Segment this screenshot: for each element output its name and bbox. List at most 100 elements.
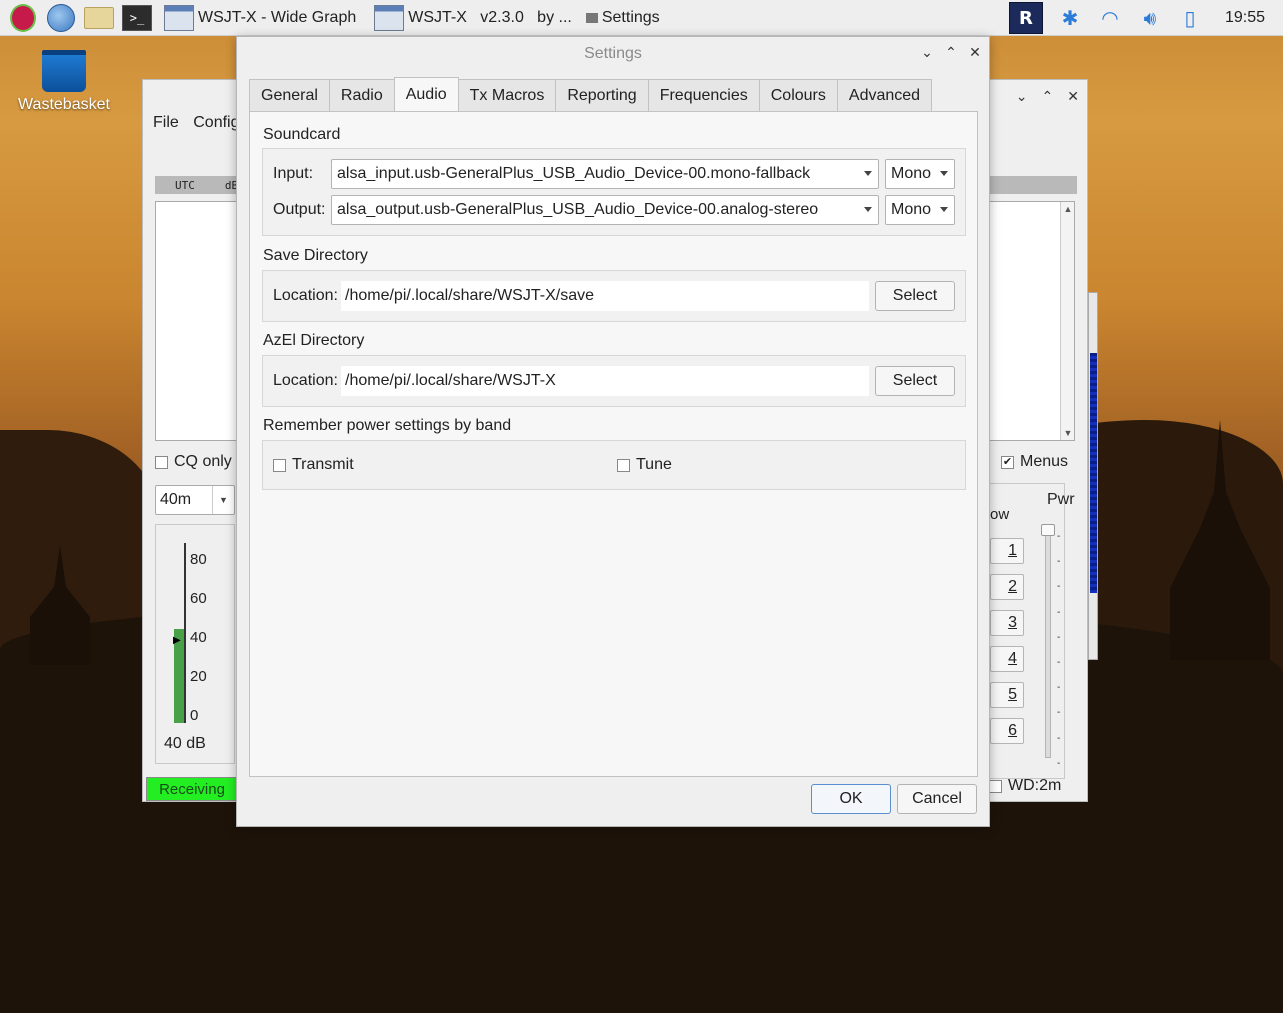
output-channel-select[interactable]: Mono bbox=[885, 195, 955, 225]
band-activity-header: UTC dB bbox=[155, 176, 245, 194]
tune-label: Tune bbox=[636, 456, 672, 473]
transmit-checkbox[interactable]: Transmit bbox=[273, 456, 354, 474]
terminal-icon[interactable]: >_ bbox=[122, 3, 152, 33]
maximize-icon[interactable]: ⌃ bbox=[1042, 88, 1054, 105]
tx1-button[interactable]: 1 bbox=[990, 538, 1024, 564]
pwr-slider-handle[interactable] bbox=[1041, 524, 1055, 536]
tune-checkbox[interactable]: Tune bbox=[617, 456, 672, 474]
desktop-icon-label: Wastebasket bbox=[18, 96, 110, 113]
dialog-title: Settings bbox=[584, 45, 642, 62]
checkbox-box[interactable] bbox=[155, 455, 168, 469]
minimize-icon[interactable]: ⌄ bbox=[1016, 88, 1028, 105]
meter-tick: 40 bbox=[190, 629, 207, 646]
window-icon bbox=[164, 4, 194, 31]
tab-general[interactable]: General bbox=[249, 79, 330, 111]
chevron-down-icon bbox=[864, 171, 872, 176]
menu-config[interactable]: Config bbox=[193, 114, 239, 131]
close-icon[interactable]: ✕ bbox=[969, 44, 981, 61]
wide-graph-edge[interactable] bbox=[1088, 292, 1098, 660]
output-label: Output: bbox=[273, 201, 326, 218]
pwr-slider[interactable] bbox=[1045, 526, 1051, 758]
tab-frequencies[interactable]: Frequencies bbox=[647, 79, 760, 111]
meter-tick: 60 bbox=[190, 590, 207, 607]
cq-only-checkbox[interactable]: CQ only bbox=[155, 453, 232, 471]
wifi-icon[interactable]: ◠ bbox=[1099, 6, 1121, 30]
scrollbar[interactable]: ▲ ▼ bbox=[1060, 202, 1074, 440]
azel-directory-select-button[interactable]: Select bbox=[875, 366, 955, 396]
band-activity-list[interactable] bbox=[155, 201, 239, 441]
tab-label: Audio bbox=[405, 85, 447, 103]
tx5-button[interactable]: 5 bbox=[990, 682, 1024, 708]
system-tray: R ✱ ◠ 🔊︎ ▯ 19:55 bbox=[1008, 0, 1283, 36]
wd-checkbox[interactable]: WD:2m bbox=[989, 777, 1061, 795]
checkbox-box[interactable]: ✔ bbox=[1001, 455, 1014, 469]
checkbox-box[interactable] bbox=[617, 458, 630, 472]
tx2-button[interactable]: 2 bbox=[990, 574, 1024, 600]
taskbar-task-label: Settings bbox=[601, 8, 660, 26]
cq-only-label: CQ only bbox=[174, 453, 232, 470]
tab-advanced[interactable]: Advanced bbox=[836, 79, 933, 111]
tab-label: General bbox=[261, 86, 318, 104]
taskbar-task-wsjtx[interactable]: WSJT-X v2.3.0 by ... bbox=[374, 3, 572, 33]
microphone-icon[interactable]: ▯ bbox=[1179, 6, 1201, 30]
tab-tx-macros[interactable]: Tx Macros bbox=[457, 79, 557, 111]
band-select[interactable]: 40m ▼ bbox=[155, 485, 235, 515]
power-settings-group: Transmit Tune bbox=[262, 440, 966, 490]
transmit-label: Transmit bbox=[292, 456, 354, 473]
azel-directory-field[interactable]: /home/pi/.local/share/WSJT-X bbox=[341, 366, 869, 396]
save-directory-select-button[interactable]: Select bbox=[875, 281, 955, 311]
rx-frequency-list[interactable]: ▲ ▼ bbox=[989, 201, 1075, 441]
tx-button-label: 4 bbox=[1008, 650, 1017, 667]
audio-tab-panel: Soundcard Input: alsa_input.usb-GeneralP… bbox=[249, 111, 978, 777]
menus-checkbox[interactable]: ✔ Menus bbox=[1001, 453, 1068, 471]
output-device-value: alsa_output.usb-GeneralPlus_USB_Audio_De… bbox=[337, 201, 819, 218]
tx4-button[interactable]: 4 bbox=[990, 646, 1024, 672]
power-settings-title: Remember power settings by band bbox=[263, 417, 512, 434]
waterfall bbox=[1090, 353, 1097, 593]
window-controls: ⌄ ⌃ ✕ bbox=[921, 44, 981, 61]
dialog-titlebar[interactable]: Settings ⌄ ⌃ ✕ bbox=[237, 37, 989, 71]
taskbar-task-settings[interactable]: Settings bbox=[585, 8, 660, 27]
desktop-icon-wastebasket[interactable]: Wastebasket bbox=[12, 50, 116, 114]
input-device-select[interactable]: alsa_input.usb-GeneralPlus_USB_Audio_Dev… bbox=[331, 159, 879, 189]
tab-label: Frequencies bbox=[659, 86, 748, 104]
output-device-select[interactable]: alsa_output.usb-GeneralPlus_USB_Audio_De… bbox=[331, 195, 879, 225]
soundcard-title: Soundcard bbox=[263, 126, 341, 143]
scroll-up-icon[interactable]: ▲ bbox=[1063, 204, 1073, 214]
taskbar-task-label: WSJT-X v2.3.0 by ... bbox=[408, 8, 572, 26]
taskbar-task-wide-graph[interactable]: WSJT-X - Wide Graph bbox=[164, 3, 356, 33]
ok-button[interactable]: OK bbox=[811, 784, 891, 814]
band-value: 40m bbox=[160, 491, 192, 508]
meter-tick: 80 bbox=[190, 551, 207, 568]
clock[interactable]: 19:55 bbox=[1225, 9, 1265, 27]
azel-directory-title: AzEl Directory bbox=[263, 332, 365, 349]
checkbox-box[interactable] bbox=[273, 458, 286, 472]
tab-audio[interactable]: Audio bbox=[393, 77, 459, 111]
save-directory-title: Save Directory bbox=[263, 247, 368, 264]
taskbar: >_ WSJT-X - Wide Graph WSJT-X v2.3.0 by … bbox=[0, 0, 1283, 36]
close-icon[interactable]: ✕ bbox=[1067, 88, 1079, 105]
tab-colours[interactable]: Colours bbox=[758, 79, 838, 111]
maximize-icon[interactable]: ⌃ bbox=[945, 44, 957, 61]
save-directory-field[interactable]: /home/pi/.local/share/WSJT-X/save bbox=[341, 281, 869, 311]
tx3-button[interactable]: 3 bbox=[990, 610, 1024, 636]
raspberry-menu-icon[interactable] bbox=[8, 3, 38, 33]
menu-file[interactable]: File bbox=[153, 114, 179, 131]
tx-button-label: 3 bbox=[1008, 614, 1017, 631]
window-icon bbox=[374, 4, 405, 31]
chevron-down-icon[interactable]: ▼ bbox=[212, 486, 234, 514]
browser-icon[interactable] bbox=[46, 3, 76, 33]
cancel-button[interactable]: Cancel bbox=[897, 784, 977, 814]
tx6-button[interactable]: 6 bbox=[990, 718, 1024, 744]
bluetooth-icon[interactable]: ✱ bbox=[1059, 6, 1081, 30]
volume-icon[interactable]: 🔊︎ bbox=[1139, 6, 1161, 30]
tab-reporting[interactable]: Reporting bbox=[555, 79, 649, 111]
tab-radio[interactable]: Radio bbox=[328, 79, 395, 111]
location-label: Location: bbox=[273, 372, 338, 389]
checkbox-box[interactable] bbox=[989, 779, 1002, 793]
vnc-icon[interactable]: R bbox=[1008, 2, 1043, 34]
minimize-icon[interactable]: ⌄ bbox=[921, 44, 933, 61]
input-channel-select[interactable]: Mono bbox=[885, 159, 955, 189]
scroll-down-icon[interactable]: ▼ bbox=[1063, 428, 1073, 438]
file-manager-icon[interactable] bbox=[84, 3, 114, 33]
